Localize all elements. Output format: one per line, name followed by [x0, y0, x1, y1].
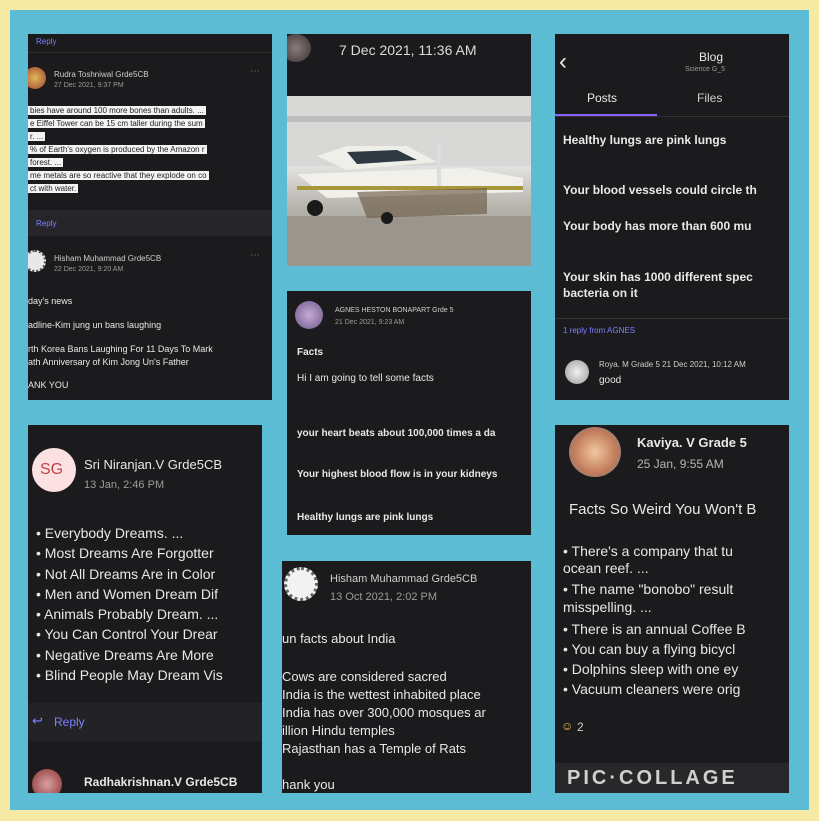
list-item: • Everybody Dreams. ... — [36, 525, 184, 541]
list-item: • Men and Women Dream Dif — [36, 586, 219, 602]
tab-files[interactable]: Files — [697, 91, 722, 105]
post-line: ct with water. — [28, 184, 79, 193]
avatar-initials: SG — [40, 461, 64, 478]
post-author: Kaviya. V Grade 5 — [637, 435, 747, 450]
back-icon[interactable]: ‹ — [559, 48, 567, 76]
post-line: India has over 300,000 mosques ar — [282, 705, 486, 720]
post-intro: Hi I am going to tell some facts — [297, 373, 434, 384]
avatar — [569, 427, 621, 477]
post-author: Hisham Muhammad Grde5CB — [54, 254, 162, 263]
reaction-count: 2 — [577, 720, 584, 734]
reply-link[interactable]: Reply — [36, 219, 56, 228]
avatar — [284, 567, 318, 601]
list-item: • You Can Control Your Drear — [36, 626, 218, 642]
list-item: • Animals Probably Dream. ... — [36, 606, 219, 622]
post-line: me metals are so reactive that they expl… — [28, 171, 209, 180]
blog-title: Blog — [699, 50, 724, 64]
post-line: ANK YOU — [28, 380, 69, 390]
facts-post-tile: AGNES HESTON BONAPART Grde 5 21 Dec 2021… — [287, 291, 531, 535]
avatar — [565, 360, 589, 384]
list-item: • Most Dreams Are Forgotter — [36, 545, 214, 561]
more-options-icon[interactable]: ⋯ — [250, 66, 260, 77]
more-options-icon[interactable]: ⋯ — [250, 250, 260, 261]
post-line: un facts about India — [282, 631, 396, 646]
india-post-tile: Hisham Muhammad Grde5CB 13 Oct 2021, 2:0… — [282, 561, 531, 793]
avatar — [287, 34, 311, 62]
dreams-post-tile: SG Sri Niranjan.V Grde5CB 13 Jan, 2:46 P… — [28, 425, 262, 793]
fact-line: your heart beats about 100,000 times a d… — [297, 428, 496, 439]
photo-post-tile: 7 Dec 2021, 11:36 AM — [287, 34, 531, 266]
avatar — [295, 301, 323, 329]
reply-count-link[interactable]: 1 reply from AGNES — [563, 326, 635, 335]
post-timestamp: 7 Dec 2021, 11:36 AM — [339, 42, 477, 58]
next-post-author: Radhakrishnan.V Grde5CB — [84, 775, 238, 789]
airplane-photo — [287, 96, 531, 266]
fact-line: Your highest blood flow is in your kidne… — [297, 469, 498, 480]
list-item: • Negative Dreams Are More — [36, 647, 214, 663]
post-line: bies have around 100 more bones than adu… — [28, 106, 206, 115]
post-line: Cows are considered sacred — [282, 669, 447, 684]
weird-facts-post-tile: Kaviya. V Grade 5 25 Jan, 9:55 AM Facts … — [555, 425, 789, 793]
post-line: ath Anniversary of Kim Jong Un's Father — [28, 357, 189, 367]
avatar — [28, 67, 46, 89]
post-date: 22 Dec 2021, 9:20 AM — [54, 266, 124, 273]
post-date: 27 Dec 2021, 9:37 PM — [54, 82, 124, 89]
post-line: adline-Kim jung un bans laughing — [28, 320, 162, 330]
reply-link[interactable]: Reply — [54, 715, 85, 729]
list-item: misspelling. ... — [563, 599, 652, 615]
post-date: 13 Jan, 2:46 PM — [84, 479, 165, 491]
post-line: Rajasthan has a Temple of Rats — [282, 741, 467, 756]
post-author: AGNES HESTON BONAPART Grde 5 — [335, 307, 454, 314]
list-item: • Not All Dreams Are in Color — [36, 566, 216, 582]
post-date: 25 Jan, 9:55 AM — [637, 457, 724, 471]
list-item: ocean reef. ... — [563, 560, 649, 576]
post-author: Hisham Muhammad Grde5CB — [330, 573, 478, 585]
emoji-reaction-icon[interactable]: ☺ — [561, 719, 573, 733]
reply-text: good — [599, 375, 622, 386]
list-item: • There's a company that tu — [563, 543, 733, 559]
post-line: illion Hindu temples — [282, 723, 395, 738]
list-item: • The name "bonobo" result — [563, 581, 734, 597]
reply-author: Roya. M Grade 5 21 Dec 2021, 10:12 AM — [599, 360, 746, 369]
post-tile-facts: Reply Rudra Toshniwal Grde5CB 27 Dec 202… — [28, 34, 272, 400]
blog-fact: Your body has more than 600 mu — [563, 219, 752, 233]
post-title: Facts So Weird You Won't B — [569, 501, 757, 518]
post-date: 13 Oct 2021, 2:02 PM — [330, 591, 438, 603]
post-author: Sri Niranjan.V Grde5CB — [84, 457, 222, 472]
reply-arrow-icon: ↩ — [32, 713, 43, 728]
avatar — [28, 250, 46, 272]
post-line: forest. ... — [28, 158, 64, 167]
blog-fact: bacteria on it — [563, 286, 638, 300]
collage-board: Reply Rudra Toshniwal Grde5CB 27 Dec 202… — [10, 10, 809, 810]
post-line: rth Korea Bans Laughing For 11 Days To M… — [28, 344, 213, 354]
tab-posts[interactable]: Posts — [587, 91, 617, 105]
blog-fact: Your blood vessels could circle th — [563, 183, 757, 197]
post-line: day's news — [28, 296, 73, 306]
blog-tile: ‹ Blog Science G_5 Posts Files Healthy l… — [555, 34, 789, 400]
post-heading: Facts — [297, 347, 324, 358]
list-item: • Blind People May Dream Vis — [36, 667, 223, 683]
avatar — [32, 769, 62, 793]
post-line: r. ... — [28, 132, 46, 141]
list-item: • Vacuum cleaners were orig — [563, 681, 741, 697]
post-date: 21 Dec 2021, 9:23 AM — [335, 319, 405, 326]
post-line: e Eiffel Tower can be 15 cm taller durin… — [28, 119, 205, 128]
post-line: % of Earth's oxygen is produced by the A… — [28, 145, 207, 154]
fact-line: Healthy lungs are pink lungs — [297, 512, 434, 523]
divider — [555, 318, 789, 319]
blog-subtitle: Science G_5 — [685, 66, 726, 73]
divider — [28, 52, 272, 53]
list-item: • Dolphins sleep with one ey — [563, 661, 739, 677]
blog-fact: Healthy lungs are pink lungs — [563, 133, 727, 147]
blog-fact: Your skin has 1000 different spec — [563, 270, 753, 284]
watermark: PIC·COLLAGE — [567, 767, 738, 789]
reply-bar — [28, 210, 272, 236]
list-item: • There is an annual Coffee B — [563, 621, 746, 637]
post-line: India is the wettest inhabited place — [282, 687, 481, 702]
post-line: hank you — [282, 777, 335, 792]
divider — [555, 116, 789, 117]
post-author: Rudra Toshniwal Grde5CB — [54, 70, 149, 79]
list-item: • You can buy a flying bicycl — [563, 641, 736, 657]
reply-link[interactable]: Reply — [36, 37, 56, 46]
